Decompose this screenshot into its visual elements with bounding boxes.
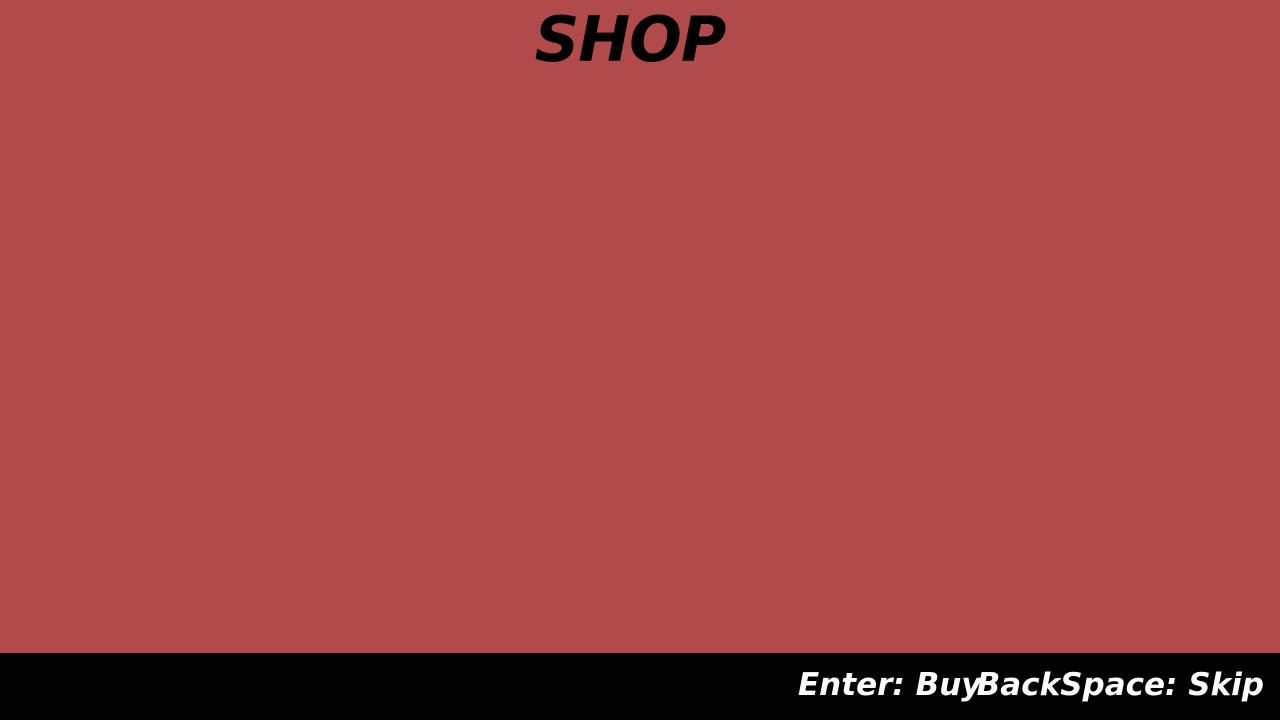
skip-hint[interactable]: BackSpace: Skip	[977, 663, 1264, 707]
controls-hint-bar: Enter: Buy BackSpace: Skip	[0, 653, 1280, 720]
shop-item-area	[0, 80, 1280, 652]
shop-title: SHOP	[534, 3, 727, 76]
shop-screen: SHOP Enter: Buy BackSpace: Skip	[0, 0, 1280, 720]
buy-hint[interactable]: Enter: Buy	[798, 663, 981, 707]
